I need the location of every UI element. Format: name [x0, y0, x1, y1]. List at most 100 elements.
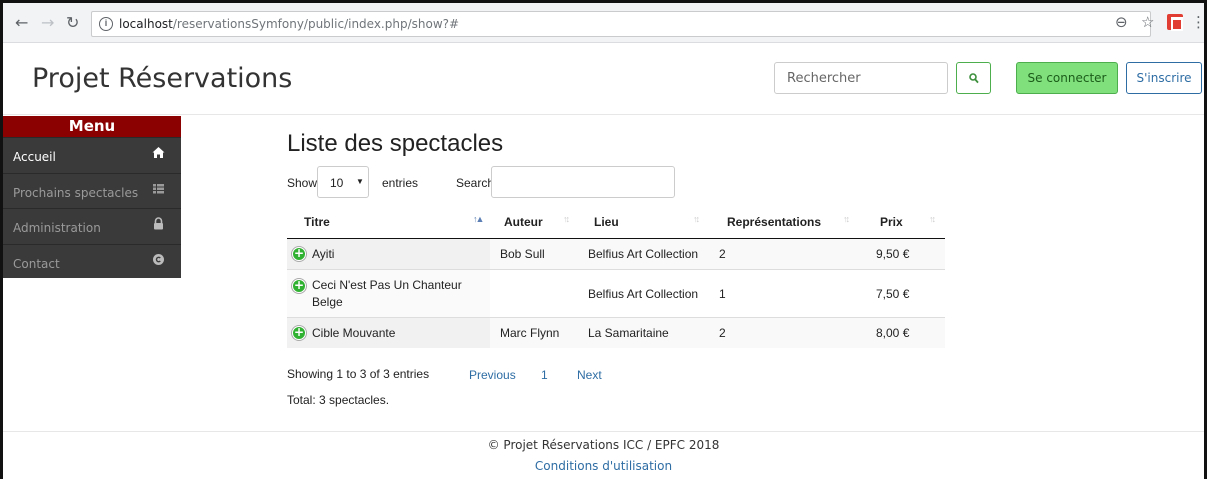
cell-text: Belfius Art Collection: [588, 246, 699, 261]
cell-text: 1: [719, 286, 726, 301]
browser-toolbar: ← → ↻ i localhost/reservationsSymfony/pu…: [3, 3, 1206, 43]
cell-text: Belfius Art Collection: [588, 286, 699, 301]
cell-lieu: Belfius Art Collection: [579, 237, 709, 269]
site-footer: © Projet Réservations ICC / EPFC 2018 Co…: [3, 431, 1204, 479]
bookmark-star-icon[interactable]: ☆: [1141, 13, 1154, 31]
dropdown-caret-icon: ▼: [356, 177, 364, 186]
column-header-auteur[interactable]: Auteur ↑↕: [490, 205, 579, 239]
sort-both-icon: ↑↕: [929, 214, 936, 224]
cell-auteur: Marc Flynn: [490, 316, 579, 348]
pagination-page-1[interactable]: 1: [541, 368, 548, 382]
sidebar-item-label: Contact: [13, 256, 60, 271]
column-header-label: Auteur: [504, 215, 543, 229]
cell-text: 2: [719, 325, 726, 340]
cell-titre: + Cible Mouvante: [287, 316, 490, 348]
entries-per-page-value: 10: [330, 176, 344, 190]
expand-row-icon[interactable]: +: [292, 278, 306, 293]
expand-row-icon[interactable]: +: [292, 325, 306, 340]
footer-copyright: © Projet Réservations ICC / EPFC 2018: [487, 438, 720, 452]
table-search-input[interactable]: [491, 166, 675, 198]
cell-prix: 8,00 €: [859, 316, 945, 348]
pagination-next[interactable]: Next: [577, 368, 602, 382]
cell-text: Ceci N'est Pas Un Chanteur Belge: [312, 277, 462, 309]
address-bar[interactable]: i localhost/reservationsSymfony/public/i…: [91, 11, 1151, 37]
sidebar-item-administration[interactable]: Administration: [3, 208, 181, 244]
cell-text: 8,00 €: [876, 325, 910, 340]
cell-text: Bob Sull: [500, 246, 545, 261]
sort-both-icon: ↑↕: [843, 214, 850, 224]
sidebar-menu: Menu Accueil Prochains spectacles Admini…: [3, 116, 181, 278]
home-icon: [152, 147, 165, 158]
cell-text: 7,50 €: [876, 286, 910, 301]
signup-button[interactable]: S'inscrire: [1126, 62, 1202, 94]
terms-link[interactable]: Conditions d'utilisation: [3, 459, 1204, 473]
cell-text: Cible Mouvante: [312, 325, 396, 340]
copyright-icon: [153, 253, 164, 265]
table-row[interactable]: + Ceci N'est Pas Un Chanteur Belge Belfi…: [287, 268, 945, 317]
pagination-previous[interactable]: Previous: [469, 368, 516, 382]
search-icon: [969, 73, 979, 84]
zoom-icon[interactable]: ⊖: [1115, 13, 1128, 31]
page-title: Liste des spectacles: [287, 130, 504, 157]
menu-title: Menu: [3, 116, 181, 137]
url-host: localhost: [119, 17, 173, 31]
column-header-label: Prix: [880, 215, 903, 229]
login-button[interactable]: Se connecter: [1016, 62, 1118, 94]
lock-icon: [154, 217, 163, 230]
site-header: Projet Réservations Se connecter S'inscr…: [3, 43, 1204, 115]
column-header-lieu[interactable]: Lieu ↑↕: [579, 205, 709, 239]
extension-icon[interactable]: [1167, 14, 1183, 31]
cell-lieu: La Samaritaine: [579, 316, 709, 348]
column-header-label: Titre: [304, 215, 330, 229]
shows-table: Titre ↑▲ Auteur ↑↕ Lieu ↑↕ Représentatio…: [287, 205, 945, 348]
back-arrow-icon[interactable]: ←: [15, 14, 28, 32]
cell-prix: 7,50 €: [859, 268, 945, 317]
column-header-titre[interactable]: Titre ↑▲: [287, 205, 490, 239]
info-icon[interactable]: i: [99, 17, 113, 31]
cell-prix: 9,50 €: [859, 237, 945, 269]
url-path: /reservationsSymfony/public/index.php/sh…: [172, 17, 460, 31]
cell-text: 9,50 €: [876, 246, 910, 261]
sidebar-item-contact[interactable]: Contact: [3, 243, 181, 280]
column-header-label: Lieu: [594, 215, 619, 229]
site-brand[interactable]: Projet Réservations: [32, 62, 292, 96]
column-header-representations[interactable]: Représentations ↑↕: [709, 205, 859, 239]
cell-titre: + Ayiti: [287, 237, 490, 269]
cell-text: La Samaritaine: [588, 325, 669, 340]
entries-per-page-select[interactable]: 10 ▼: [317, 166, 369, 198]
sidebar-item-accueil[interactable]: Accueil: [3, 137, 181, 173]
cell-representations: 1: [709, 268, 859, 317]
table-row[interactable]: + Cible Mouvante Marc Flynn La Samaritai…: [287, 316, 945, 348]
sort-both-icon: ↑↕: [563, 214, 570, 224]
total-count: Total: 3 spectacles.: [287, 393, 390, 407]
sort-both-icon: ↑↕: [693, 214, 700, 224]
browser-menu-icon[interactable]: ⋮: [1191, 13, 1206, 31]
cell-text: 2: [719, 246, 726, 261]
cell-titre: + Ceci N'est Pas Un Chanteur Belge: [287, 268, 490, 317]
cell-auteur: Bob Sull: [490, 237, 579, 269]
cell-text: Marc Flynn: [500, 325, 560, 340]
url-text[interactable]: localhost/reservationsSymfony/public/ind…: [119, 17, 459, 32]
cell-auteur: [490, 268, 579, 317]
cell-representations: 2: [709, 316, 859, 348]
sidebar-item-prochains-spectacles[interactable]: Prochains spectacles: [3, 172, 181, 209]
column-header-label: Représentations: [727, 215, 822, 229]
show-label: Show: [287, 176, 318, 190]
forward-arrow-icon[interactable]: →: [41, 14, 54, 32]
sidebar-item-label: Prochains spectacles: [13, 185, 139, 200]
sort-asc-icon: ↑▲: [473, 214, 485, 224]
entries-label: entries: [382, 176, 419, 190]
reload-icon[interactable]: ↻: [66, 14, 79, 32]
column-header-prix[interactable]: Prix ↑↕: [859, 205, 945, 239]
cell-lieu: Belfius Art Collection: [579, 268, 709, 317]
site-search-input[interactable]: [774, 62, 948, 94]
sidebar-item-label: Administration: [13, 221, 101, 235]
sidebar-item-label: Accueil: [13, 150, 56, 164]
expand-row-icon[interactable]: +: [292, 246, 306, 261]
cell-text: Ayiti: [312, 246, 335, 261]
cell-representations: 2: [709, 237, 859, 269]
table-info: Showing 1 to 3 of 3 entries: [287, 367, 430, 381]
table-row[interactable]: + Ayiti Bob Sull Belfius Art Collection …: [287, 237, 945, 269]
search-button[interactable]: [956, 62, 991, 94]
list-icon: [153, 183, 164, 193]
